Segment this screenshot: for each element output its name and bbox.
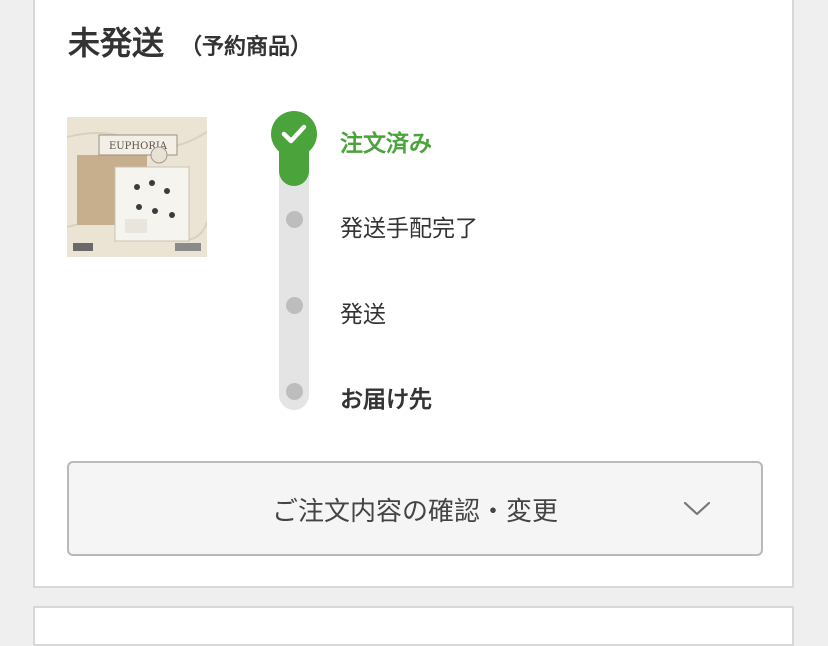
next-card: [33, 606, 794, 646]
step-label-ordered: 注文済み: [340, 131, 432, 157]
page-title: 未発送 （予約商品）: [68, 18, 312, 64]
step-label-shipped: 発送: [340, 302, 386, 328]
status-subtitle: （予約商品）: [180, 35, 313, 60]
chevron-down-icon: [682, 498, 712, 518]
order-details-accordion-button[interactable]: ご注文内容の確認・変更: [67, 461, 763, 556]
step-dot-4: [286, 383, 303, 400]
step-dot-3: [286, 297, 303, 314]
accordion-label: ご注文内容の確認・変更: [271, 497, 558, 527]
step-dot-2: [286, 211, 303, 228]
check-icon: [271, 111, 317, 157]
status-title: 未発送: [68, 24, 165, 62]
step-label-delivery: お届け先: [340, 387, 432, 413]
order-status-card: 未発送 （予約商品） EUPHORIA 注文済み 発送手配完了 発送 お届け先 …: [33, 0, 794, 588]
step-label-shipping-arranged: 発送手配完了: [340, 216, 478, 242]
album-cover-image: EUPHORIA: [67, 117, 207, 257]
product-thumbnail[interactable]: EUPHORIA: [67, 117, 207, 257]
